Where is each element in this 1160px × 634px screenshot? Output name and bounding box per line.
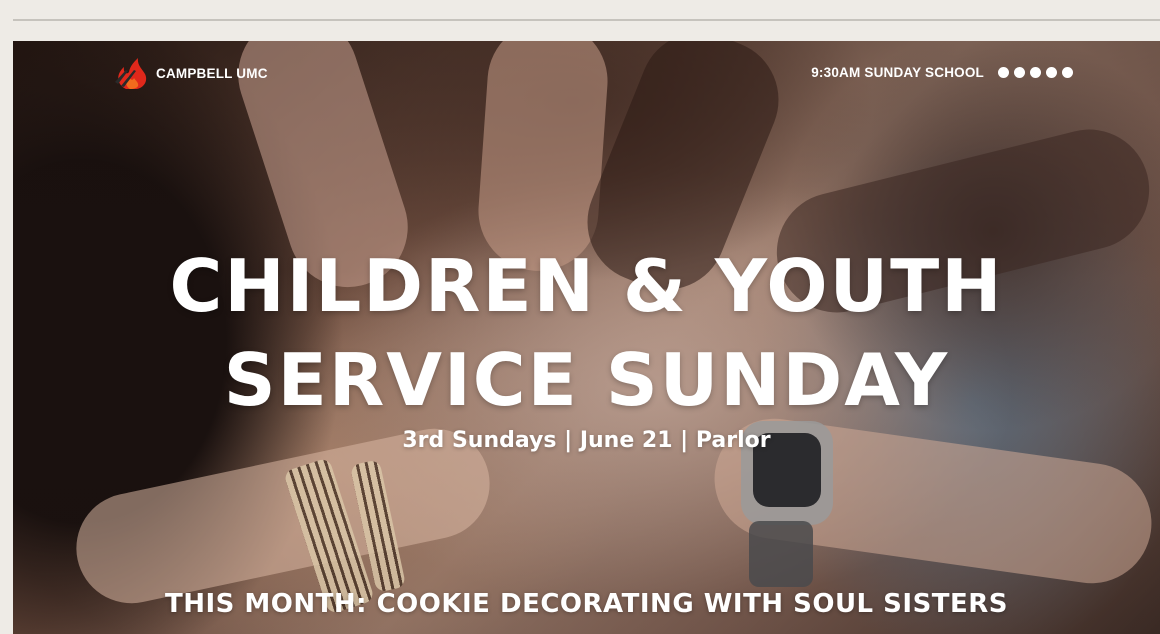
hero-title: CHILDREN & YOUTH SERVICE SUNDAY bbox=[13, 239, 1160, 427]
this-month-text: THIS MONTH: COOKIE DECORATING WITH SOUL … bbox=[164, 589, 1009, 619]
hero-photo-watch-strap bbox=[749, 521, 813, 587]
brand-name: CAMPBELL UMC bbox=[156, 65, 268, 81]
slide-dot-1[interactable] bbox=[998, 67, 1009, 78]
hero-title-line-1: CHILDREN & YOUTH bbox=[169, 244, 1004, 328]
slide-header: CAMPBELL UMC 9:30AM SUNDAY SCHOOL bbox=[13, 41, 1160, 105]
brand[interactable]: CAMPBELL UMC bbox=[112, 56, 268, 90]
slide-dot-3[interactable] bbox=[1030, 67, 1041, 78]
top-divider bbox=[13, 19, 1160, 21]
hero-title-line-2: SERVICE SUNDAY bbox=[223, 338, 950, 422]
slide-dot-4[interactable] bbox=[1046, 67, 1057, 78]
slide-dot-2[interactable] bbox=[1014, 67, 1025, 78]
hero-subtitle: 3rd Sundays | June 21 | Parlor bbox=[402, 428, 771, 453]
cross-flame-logo-icon bbox=[115, 58, 147, 89]
header-right: 9:30AM SUNDAY SCHOOL bbox=[811, 65, 1073, 80]
slide-pagination bbox=[998, 67, 1073, 78]
sunday-school-time: 9:30AM SUNDAY SCHOOL bbox=[811, 65, 984, 80]
hero-slide: CAMPBELL UMC 9:30AM SUNDAY SCHOOL CHILDR… bbox=[13, 41, 1160, 634]
slide-dot-5[interactable] bbox=[1062, 67, 1073, 78]
